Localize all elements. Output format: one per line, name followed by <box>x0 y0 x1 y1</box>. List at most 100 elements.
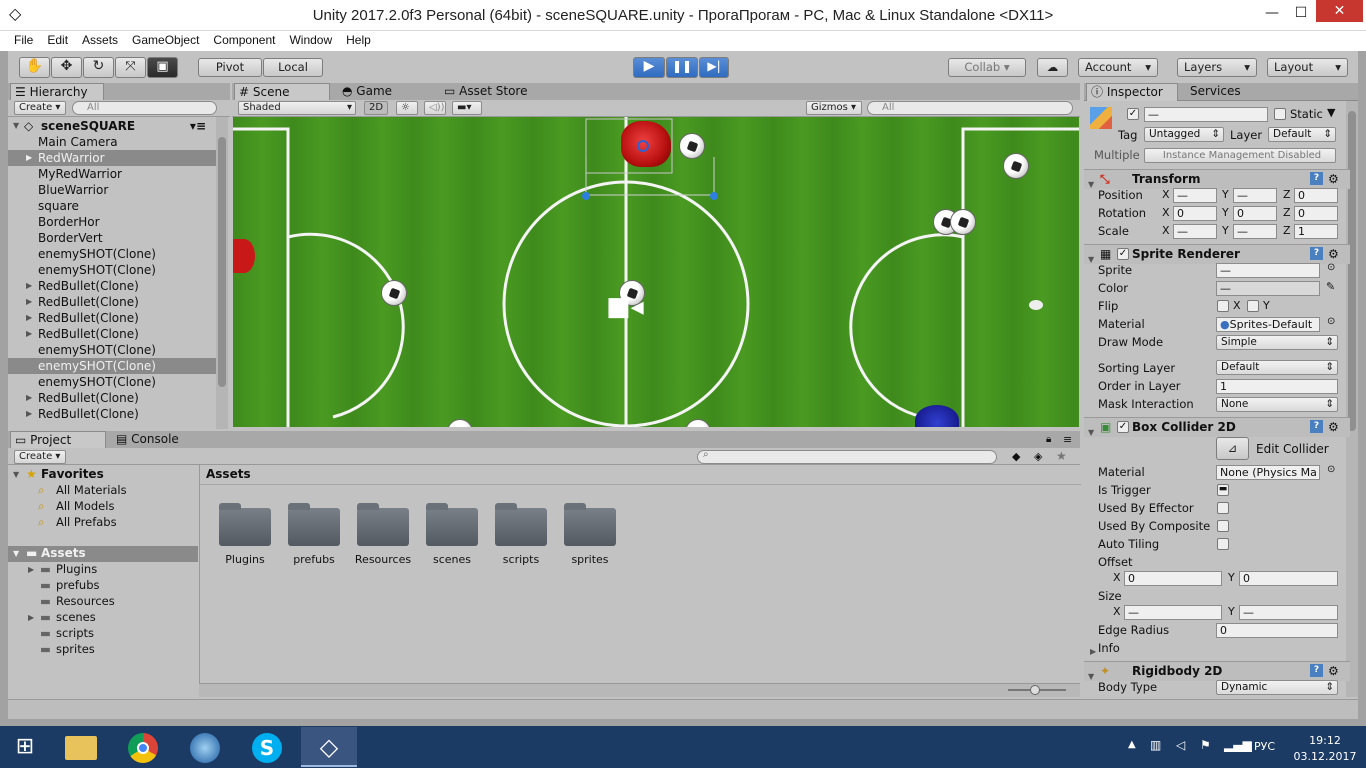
enabled-checkbox[interactable]: ✓ <box>1117 248 1129 260</box>
list-item[interactable]: enemySHOT(Clone) <box>8 262 216 278</box>
folder-scripts-icon[interactable] <box>495 503 547 546</box>
pivot-toggle[interactable]: Pivot <box>198 58 262 77</box>
help-icon[interactable]: ? <box>1310 172 1323 185</box>
2d-toggle[interactable]: 2D <box>364 101 388 115</box>
scale-z[interactable]: 1 <box>1294 224 1338 239</box>
list-item[interactable]: BorderVert <box>8 230 216 246</box>
list-item[interactable]: ▬ Resources <box>8 594 198 610</box>
auto-tiling-checkbox[interactable] <box>1217 538 1229 550</box>
scene-root-row[interactable]: ▼ ◇ sceneSQUARE ▾≡ <box>8 118 216 134</box>
list-item[interactable]: ▶ RedBullet(Clone) <box>8 326 216 342</box>
chrome-icon[interactable] <box>115 727 171 767</box>
play-button[interactable]: ▶ <box>633 57 665 78</box>
active-checkbox[interactable]: ✓ <box>1127 108 1139 120</box>
menu-help[interactable]: Help <box>339 31 378 47</box>
clock-date[interactable]: 03.12.2017 <box>1290 750 1360 763</box>
object-picker-icon[interactable]: ⊙ <box>1327 262 1335 273</box>
tab-hierarchy[interactable]: ☰ Hierarchy <box>10 83 104 101</box>
slider-thumb[interactable] <box>1030 685 1040 695</box>
folder-resources-icon[interactable] <box>357 503 409 546</box>
layout-dropdown[interactable]: Layout ▾ <box>1267 58 1348 77</box>
menu-assets[interactable]: Assets <box>75 31 125 47</box>
help-icon[interactable]: ? <box>1310 247 1323 260</box>
physics-material-field[interactable]: None (Physics Ma <box>1216 465 1320 480</box>
cloud-button[interactable]: ☁ <box>1037 58 1068 77</box>
edge-radius-input[interactable]: 0 <box>1216 623 1338 638</box>
gear-icon[interactable]: ⚙ <box>1328 418 1339 437</box>
tab-scene[interactable]: # Scene <box>234 83 330 101</box>
tag-dropdown[interactable]: Untagged ⇕ <box>1144 127 1224 142</box>
maximize-button[interactable]: ☐ <box>1287 2 1315 24</box>
offset-x-input[interactable]: 0 <box>1124 571 1222 586</box>
project-create-dropdown[interactable]: Create ▾ <box>14 450 66 464</box>
tab-project[interactable]: ▭ Project <box>10 431 106 449</box>
file-explorer-icon[interactable] <box>53 727 109 767</box>
color-field[interactable]: — <box>1216 281 1320 296</box>
gizmos-dropdown[interactable]: Gizmos ▾ <box>806 101 862 115</box>
offset-y-input[interactable]: 0 <box>1239 571 1338 586</box>
object-picker-icon[interactable]: ⊙ <box>1327 464 1335 475</box>
unity-taskbar-icon[interactable]: ◇ <box>301 727 357 767</box>
list-item[interactable]: ⌕ All Materials <box>8 483 198 499</box>
position-y[interactable]: — <box>1233 188 1277 203</box>
filter-label-icon[interactable]: ◈ <box>1034 450 1042 463</box>
list-item[interactable]: ▶ RedBullet(Clone) <box>8 278 216 294</box>
used-by-effector-checkbox[interactable] <box>1217 502 1229 514</box>
scene-view[interactable]: ■◂ <box>233 117 1079 427</box>
clock-time[interactable]: 19:12 <box>1300 734 1350 747</box>
filter-type-icon[interactable]: ◆ <box>1012 450 1020 463</box>
list-item[interactable]: square <box>8 198 216 214</box>
assets-header[interactable]: ▼ ▬ Assets <box>8 546 198 562</box>
is-trigger-checkbox[interactable]: ▬ <box>1217 484 1229 496</box>
list-item[interactable]: ▶ RedBullet(Clone) <box>8 310 216 326</box>
hierarchy-search-input[interactable]: All <box>72 101 217 115</box>
lock-icon[interactable]: 🔒︎ <box>1046 434 1051 445</box>
lighting-icon[interactable]: ☼ <box>396 101 418 115</box>
flip-x-checkbox[interactable] <box>1217 300 1229 312</box>
material-field[interactable]: ●Sprites-Default <box>1216 317 1320 332</box>
object-name-input[interactable]: — <box>1144 107 1268 122</box>
enabled-checkbox[interactable]: ✓ <box>1117 421 1129 433</box>
network-icon[interactable]: ▥ <box>1150 738 1161 752</box>
scene-search-input[interactable]: All <box>867 101 1073 115</box>
minimize-button[interactable]: — <box>1258 2 1286 24</box>
list-item[interactable]: Main Camera <box>8 134 216 150</box>
list-item[interactable]: ▬ scripts <box>8 626 198 642</box>
language-indicator[interactable]: РУС <box>1254 740 1275 753</box>
favorite-star-icon[interactable]: ★ <box>1056 449 1067 463</box>
box-collider-header[interactable]: ▼ ▣ ✓ Box Collider 2D? ⚙ <box>1084 417 1350 437</box>
static-checkbox[interactable] <box>1274 108 1286 120</box>
list-item[interactable]: ▶ RedBullet(Clone) <box>8 294 216 310</box>
account-dropdown[interactable]: Account ▾ <box>1078 58 1158 77</box>
tab-game[interactable]: ◓ Game <box>338 83 438 101</box>
list-item[interactable]: BlueWarrior <box>8 182 216 198</box>
menu-file[interactable]: File <box>7 31 40 47</box>
info-foldout[interactable]: ▶ Info <box>1090 639 1350 657</box>
list-item[interactable]: ▶ RedBullet(Clone) <box>8 406 216 422</box>
menu-component[interactable]: Component <box>206 31 282 47</box>
object-picker-icon[interactable]: ⊙ <box>1327 316 1335 327</box>
folder-label[interactable]: scenes <box>417 553 487 566</box>
list-item[interactable]: ▬ sprites <box>8 642 198 658</box>
help-icon[interactable]: ? <box>1310 664 1323 677</box>
start-button[interactable]: ⊞ <box>0 727 50 767</box>
menu-edit[interactable]: Edit <box>40 31 75 47</box>
list-item[interactable]: ⌕ All Prefabs <box>8 515 198 531</box>
sprite-field[interactable]: — <box>1216 263 1320 278</box>
size-x-input[interactable]: — <box>1124 605 1222 620</box>
assets-breadcrumb[interactable]: Assets <box>206 467 251 481</box>
position-z[interactable]: 0 <box>1294 188 1338 203</box>
local-toggle[interactable]: Local <box>263 58 323 77</box>
sorting-layer-dropdown[interactable]: Default ⇕ <box>1216 360 1338 375</box>
folder-label[interactable]: sprites <box>555 553 625 566</box>
list-item[interactable]: ▶ RedWarrior <box>8 150 216 166</box>
layers-dropdown[interactable]: Layers ▾ <box>1177 58 1257 77</box>
folder-label[interactable]: Resources <box>348 553 418 566</box>
scale-y[interactable]: — <box>1233 224 1277 239</box>
move-tool-button[interactable]: ✥ <box>51 57 82 78</box>
scale-x[interactable]: — <box>1173 224 1217 239</box>
layer-dropdown[interactable]: Default ⇕ <box>1268 127 1336 142</box>
list-item[interactable]: enemySHOT(Clone) <box>8 374 216 390</box>
app-icon[interactable] <box>177 727 233 767</box>
folder-prefubs-icon[interactable] <box>288 503 340 546</box>
